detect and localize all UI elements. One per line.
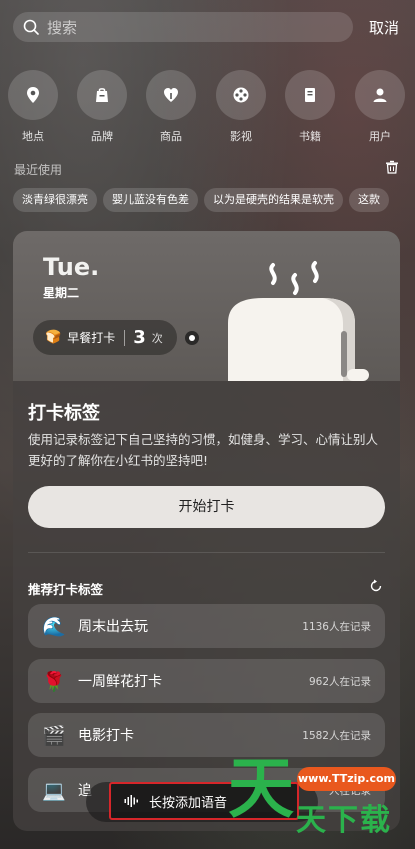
voice-label: 长按添加语音 bbox=[149, 795, 228, 811]
section-description: 使用记录标签记下自己坚持的习惯，如健身、学习、心情让别人更好的了解你在小红书的坚… bbox=[28, 432, 379, 468]
recommend-count: 1582人在记录 bbox=[302, 730, 371, 742]
recommend-item[interactable]: 🎬 电影打卡 1582人在记录 bbox=[28, 713, 385, 757]
recommend-count: 962人在记录 bbox=[308, 676, 371, 688]
category-brand[interactable]: 品牌 bbox=[72, 70, 132, 144]
search-placeholder: 搜索 bbox=[47, 18, 78, 37]
checkin-pill[interactable]: 🍞 早餐打卡 3 次 bbox=[33, 320, 177, 355]
recommend-item[interactable]: 🌊 周末出去玩 1136人在记录 bbox=[28, 604, 385, 648]
recommend-item[interactable]: 🌹 一周鲜花打卡 962人在记录 bbox=[28, 659, 385, 703]
recent-chip[interactable]: 这款 bbox=[349, 188, 389, 212]
category-books[interactable]: 书籍 bbox=[280, 70, 340, 144]
page-indicator-dot[interactable] bbox=[185, 331, 199, 345]
trash-icon[interactable] bbox=[385, 160, 399, 174]
recent-chip[interactable]: 婴儿蓝没有色差 bbox=[103, 188, 198, 212]
category-label: 影视 bbox=[230, 130, 252, 143]
checkin-name: 早餐打卡 bbox=[67, 331, 116, 345]
category-label: 地点 bbox=[22, 130, 44, 143]
divider bbox=[124, 329, 126, 346]
category-label: 书籍 bbox=[299, 130, 321, 143]
start-checkin-button[interactable]: 开始打卡 bbox=[28, 486, 385, 528]
wave-icon: 🌊 bbox=[42, 615, 66, 638]
category-label: 品牌 bbox=[91, 130, 113, 143]
checkin-card: Tue. 星期二 🍞 早餐打卡 3 次 打卡标签 使用记录标签记下自己坚持的习惯… bbox=[13, 231, 400, 831]
user-icon bbox=[373, 88, 387, 102]
card-header: Tue. 星期二 🍞 早餐打卡 3 次 bbox=[13, 231, 400, 381]
refresh-icon[interactable] bbox=[369, 579, 383, 593]
recommend-name: 周末出去玩 bbox=[78, 619, 148, 635]
recent-title: 最近使用 bbox=[14, 163, 63, 177]
film-reel-icon bbox=[233, 87, 249, 103]
cancel-button[interactable]: 取消 bbox=[369, 17, 399, 38]
weekday-label: 星期二 bbox=[43, 286, 80, 300]
watermark-url: www.TTzip.com bbox=[297, 767, 396, 791]
book-icon bbox=[305, 88, 315, 102]
top-bar: 搜索 取消 bbox=[13, 12, 403, 42]
heart-tag-icon bbox=[164, 88, 178, 102]
toaster-illustration bbox=[228, 261, 369, 381]
shopping-bag-icon bbox=[96, 88, 108, 102]
category-label: 用户 bbox=[369, 130, 391, 143]
search-input[interactable]: 搜索 bbox=[13, 12, 353, 42]
recommend-name: 电影打卡 bbox=[78, 728, 134, 744]
category-label: 商品 bbox=[160, 130, 182, 143]
bread-icon: 🍞 bbox=[45, 330, 62, 345]
day-label: Tue. bbox=[43, 253, 100, 281]
section-title: 打卡标签 bbox=[28, 403, 100, 424]
clapperboard-icon: 🎬 bbox=[42, 724, 66, 747]
recommend-count: 1136人在记录 bbox=[302, 621, 371, 633]
recent-chip[interactable]: 以为是硬壳的结果是软壳 bbox=[204, 188, 343, 212]
category-film[interactable]: 影视 bbox=[211, 70, 271, 144]
category-row: 地点 品牌 商品 影视 书籍 用户 bbox=[0, 70, 415, 145]
rose-icon: 🌹 bbox=[42, 670, 66, 693]
recommend-name: 一周鲜花打卡 bbox=[78, 674, 162, 690]
watermark-small: 天下载 bbox=[296, 803, 392, 838]
watermark-big: 天 bbox=[228, 750, 294, 827]
recent-chips: 淡青绿很漂亮 婴儿蓝没有色差 以为是硬壳的结果是软壳 这款 bbox=[13, 188, 415, 212]
checkin-count: 3 bbox=[133, 327, 146, 348]
category-user[interactable]: 用户 bbox=[350, 70, 410, 144]
checkin-unit: 次 bbox=[151, 331, 163, 345]
category-location[interactable]: 地点 bbox=[3, 70, 63, 144]
category-product[interactable]: 商品 bbox=[141, 70, 201, 144]
waveform-icon bbox=[124, 795, 138, 807]
laptop-icon: 💻 bbox=[42, 779, 66, 802]
search-icon bbox=[23, 19, 39, 35]
recommend-title: 推荐打卡标签 bbox=[28, 582, 104, 597]
recent-chip[interactable]: 淡青绿很漂亮 bbox=[13, 188, 97, 212]
divider bbox=[28, 552, 385, 553]
location-pin-icon bbox=[27, 87, 39, 103]
